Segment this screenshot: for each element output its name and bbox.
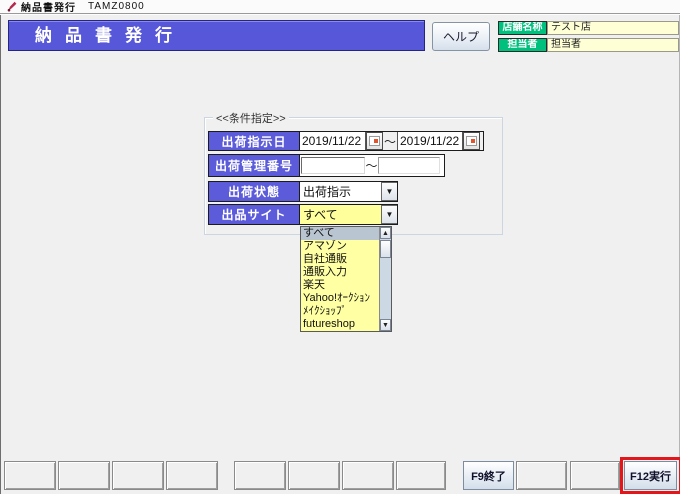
fkey-slot-10[interactable] (516, 461, 567, 490)
ship-status-label: 出荷状態 (209, 182, 300, 201)
fkey-slot-8[interactable] (396, 461, 446, 490)
ship-date-to-calendar-button[interactable] (463, 132, 480, 150)
fkey-slot-3[interactable] (112, 461, 164, 490)
ship-date-from-input[interactable]: 2019/11/22 (300, 132, 366, 150)
window-title-code: TAMZ0800 (88, 1, 145, 12)
page-title: 納品書発行 (8, 20, 425, 51)
chevron-down-icon: ▼ (385, 210, 394, 219)
ship-number-row: 出荷管理番号 ～ (208, 154, 445, 177)
f12-execute-button[interactable]: F12実行 (624, 461, 677, 490)
main-area: 納品書発行 ヘルプ 店舗名称 テスト店 担当者 担当者 <<条件指定>> 出荷指… (0, 15, 680, 494)
window-titlebar: 納品書発行 TAMZ0800 (0, 0, 680, 14)
help-button[interactable]: ヘルプ (432, 22, 490, 51)
ship-status-combobox[interactable]: 出荷指示 (300, 182, 381, 201)
person-value: 担当者 (547, 38, 679, 52)
fkey-slot-4[interactable] (166, 461, 218, 490)
listing-site-label: 出品サイト (209, 205, 300, 224)
dropdown-option[interactable]: 通販入力 (301, 266, 379, 279)
window-title: 納品書発行 (21, 3, 76, 14)
chevron-down-icon: ▼ (385, 187, 394, 196)
ship-status-dropdown-button[interactable]: ▼ (381, 182, 397, 201)
dropdown-option[interactable]: Yahoo!ｵｰｸｼｮﾝ (301, 292, 379, 305)
dropdown-option[interactable]: 自社通販 (301, 253, 379, 266)
ship-date-label: 出荷指示日 (209, 132, 300, 150)
dropdown-option[interactable]: ﾒｲｸｼｮｯﾌﾟ (301, 305, 379, 318)
ship-number-label: 出荷管理番号 (209, 155, 300, 176)
f9-exit-button[interactable]: F9終了 (463, 461, 514, 490)
calendar-icon (369, 136, 380, 146)
ship-number-zone: ～ (300, 155, 444, 176)
ship-date-to-input[interactable]: 2019/11/22 (397, 132, 463, 150)
app-window: 納品書発行 TAMZ0800 納品書発行 ヘルプ 店舗名称 テスト店 担当者 担… (0, 0, 680, 494)
fkey-slot-7[interactable] (342, 461, 394, 490)
listing-site-dropdown-button[interactable]: ▼ (381, 205, 397, 224)
number-range-separator: ～ (365, 159, 378, 173)
scroll-up-button[interactable]: ▲ (380, 227, 391, 239)
ship-number-to-input[interactable] (378, 157, 440, 174)
fkey-slot-1[interactable] (4, 461, 56, 490)
dropdown-option[interactable]: 楽天 (301, 279, 379, 292)
listing-site-combobox[interactable]: すべて (300, 205, 381, 224)
dropdown-option[interactable]: すべて (301, 227, 379, 240)
scrollbar-thumb[interactable] (380, 240, 391, 258)
scroll-down-button[interactable]: ▼ (380, 319, 391, 331)
calendar-icon (466, 136, 477, 146)
fkey-slot-5[interactable] (234, 461, 286, 490)
dropdown-options: すべて アマゾン 自社通販 通販入力 楽天 Yahoo!ｵｰｸｼｮﾝ ﾒｲｸｼｮ… (301, 227, 379, 331)
ship-date-from-calendar-button[interactable] (366, 132, 383, 150)
fkey-slot-6[interactable] (288, 461, 340, 490)
ship-date-row: 出荷指示日 2019/11/22 ～ 2019/11/22 (208, 131, 484, 151)
listing-site-row: 出品サイト すべて ▼ (208, 204, 398, 225)
chevron-down-icon: ▼ (382, 321, 389, 329)
person-label: 担当者 (498, 38, 547, 52)
fkey-slot-11[interactable] (570, 461, 620, 490)
dropdown-scrollbar[interactable]: ▲ ▼ (379, 227, 391, 331)
fkey-slot-2[interactable] (58, 461, 110, 490)
chevron-up-icon: ▲ (382, 229, 389, 237)
dropdown-option[interactable]: アマゾン (301, 240, 379, 253)
condition-group-title: <<条件指定>> (213, 110, 289, 126)
ship-number-from-input[interactable] (301, 157, 365, 174)
app-icon (7, 1, 17, 12)
store-name-label: 店舗名称 (498, 21, 547, 35)
date-range-separator: ～ (383, 134, 396, 149)
dropdown-option[interactable]: futureshop (301, 318, 379, 331)
store-name-value: テスト店 (547, 21, 679, 35)
ship-status-row: 出荷状態 出荷指示 ▼ (208, 181, 398, 202)
listing-site-dropdown-list: すべて アマゾン 自社通販 通販入力 楽天 Yahoo!ｵｰｸｼｮﾝ ﾒｲｸｼｮ… (300, 226, 392, 332)
